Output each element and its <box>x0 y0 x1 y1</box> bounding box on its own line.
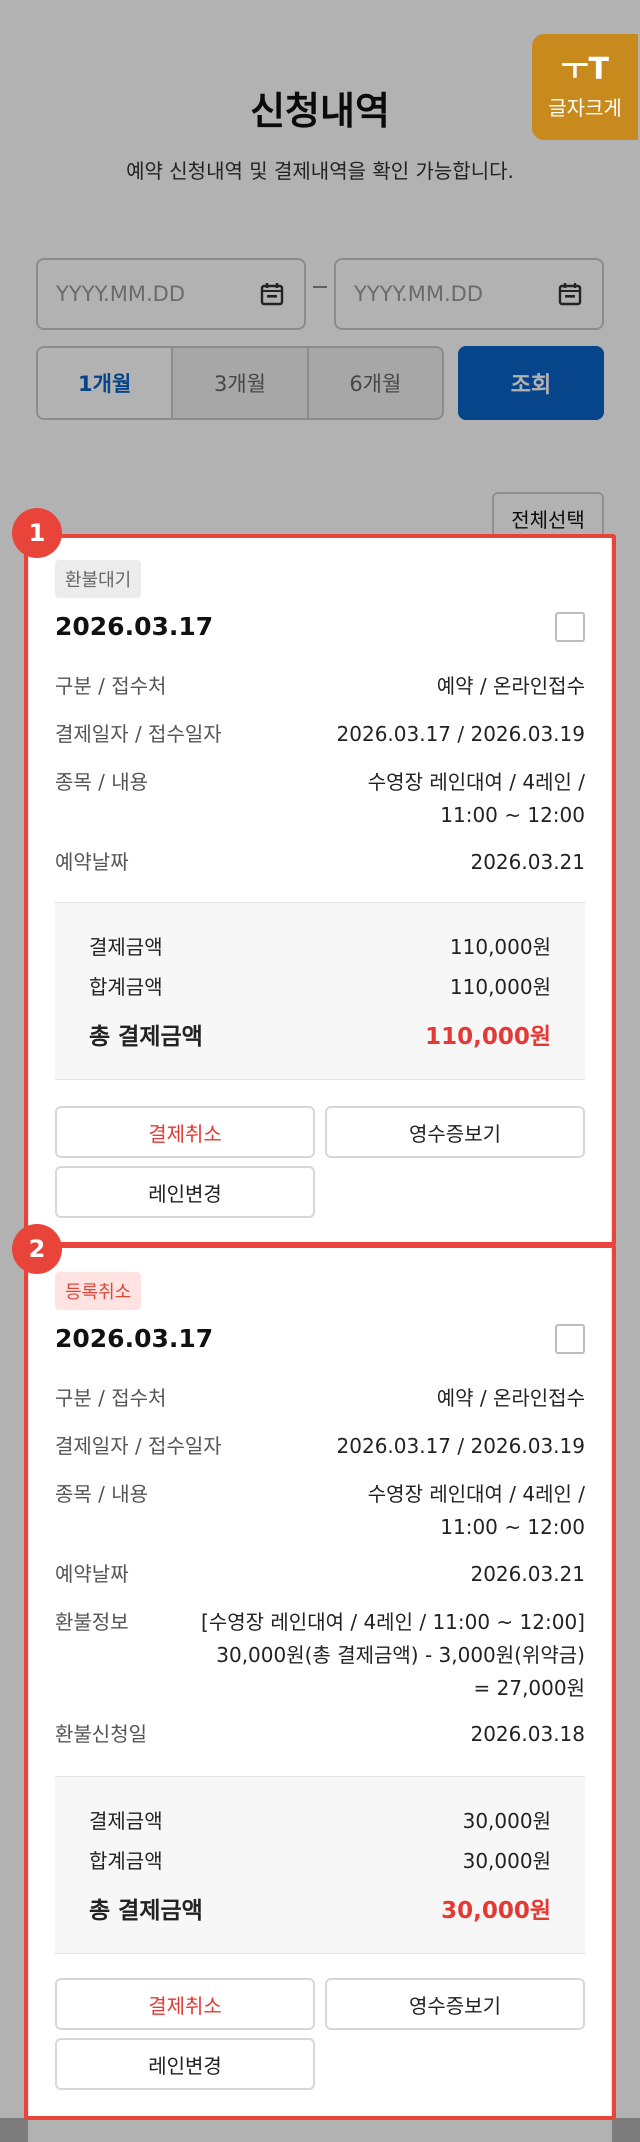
info-value: [수영장 레인대여 / 4레인 / 11:00 ~ 12:00] 30,000원… <box>201 1606 585 1705</box>
info-value-line: 수영장 레인대여 / 4레인 / <box>367 770 585 794</box>
start-date-placeholder: YYYY.MM.DD <box>56 282 185 306</box>
info-value: 2026.03.18 <box>470 1722 585 1746</box>
info-value: 2026.03.21 <box>470 850 585 874</box>
font-size-label: 글자크게 <box>548 95 622 120</box>
summary-total-label: 총 결제금액 <box>89 1024 203 1050</box>
payment-summary: 결제금액 30,000원 합계금액 30,000원 총 결제금액 30,000원 <box>55 1776 585 1954</box>
page-subtitle: 예약 신청내역 및 결제내역을 확인 가능합니다. <box>126 159 514 183</box>
step-marker: 1 <box>12 508 62 558</box>
summary-row: 결제금액 110,000원 <box>89 931 551 960</box>
payment-summary: 결제금액 110,000원 합계금액 110,000원 총 결제금액 110,0… <box>55 902 585 1080</box>
summary-total-value: 110,000원 <box>425 1024 551 1050</box>
summary-row: 결제금액 30,000원 <box>89 1805 551 1834</box>
record-date: 2026.03.17 <box>55 1324 214 1353</box>
info-value: 2026.03.21 <box>470 1562 585 1586</box>
lane-change-button[interactable]: 레인변경 <box>55 1166 315 1218</box>
page: 신청내역 예약 신청내역 및 결제내역을 확인 가능합니다. YYYY.MM.D… <box>0 0 640 2142</box>
summary-total-row: 총 결제금액 110,000원 <box>89 1017 551 1051</box>
record-checkbox[interactable] <box>555 1324 585 1354</box>
info-value-line: 11:00 ~ 12:00 <box>440 803 585 827</box>
info-label: 결제일자 / 접수일자 <box>55 722 222 746</box>
info-value-line: 수영장 레인대여 / 4레인 / <box>367 1482 585 1506</box>
date-separator <box>313 286 327 288</box>
info-label: 예약날짜 <box>55 1562 129 1586</box>
record-checkbox[interactable] <box>555 612 585 642</box>
summary-row: 합계금액 30,000원 <box>89 1845 551 1874</box>
info-label: 종목 / 내용 <box>55 1482 149 1506</box>
period-1-month[interactable]: 1개월 <box>38 348 174 418</box>
summary-value: 30,000원 <box>462 1849 551 1873</box>
font-size-icon: ㅜT <box>560 51 610 87</box>
summary-label: 합계금액 <box>89 975 163 999</box>
dim-overlay-bottom <box>0 2118 640 2142</box>
summary-label: 결제금액 <box>89 1809 163 1833</box>
calendar-icon[interactable] <box>556 280 584 308</box>
summary-total-value: 30,000원 <box>441 1898 551 1924</box>
status-badge: 환불대기 <box>55 560 142 598</box>
record-card: 환불대기 2026.03.17 구분 / 접수처 예약 / 온라인접수 결제일자… <box>28 536 612 1244</box>
search-button[interactable]: 조회 <box>458 346 604 420</box>
dim-overlay-left <box>0 536 28 2142</box>
period-6-months[interactable]: 6개월 <box>308 348 442 418</box>
end-date-input[interactable]: YYYY.MM.DD <box>334 258 604 330</box>
period-tabs: 1개월 3개월 6개월 <box>36 346 444 420</box>
view-receipt-button[interactable]: 영수증보기 <box>325 1106 585 1158</box>
period-3-months[interactable]: 3개월 <box>173 348 309 418</box>
info-label: 구분 / 접수처 <box>55 1386 167 1410</box>
info-value-line: 11:00 ~ 12:00 <box>440 1515 585 1539</box>
dim-overlay-right <box>612 536 640 2142</box>
info-label: 종목 / 내용 <box>55 770 149 794</box>
lane-change-button[interactable]: 레인변경 <box>55 2038 315 2090</box>
status-badge: 등록취소 <box>55 1272 142 1310</box>
calendar-icon[interactable] <box>258 280 286 308</box>
info-value: 수영장 레인대여 / 4레인 / 11:00 ~ 12:00 <box>368 766 585 832</box>
summary-value: 30,000원 <box>462 1809 551 1833</box>
summary-total-label: 총 결제금액 <box>89 1898 203 1924</box>
info-label: 환불신청일 <box>55 1722 147 1746</box>
payment-cancel-button[interactable]: 결제취소 <box>55 1106 315 1158</box>
start-date-input[interactable]: YYYY.MM.DD <box>36 258 306 330</box>
summary-total-row: 총 결제금액 30,000원 <box>89 1891 551 1925</box>
font-size-toggle-button[interactable]: ㅜT 글자크게 <box>532 34 638 140</box>
summary-value: 110,000원 <box>449 935 551 959</box>
info-value: 예약 / 온라인접수 <box>436 674 585 698</box>
info-value: 예약 / 온라인접수 <box>436 1386 585 1410</box>
record-date: 2026.03.17 <box>55 612 214 641</box>
info-label: 구분 / 접수처 <box>55 674 167 698</box>
payment-cancel-button[interactable]: 결제취소 <box>55 1978 315 2030</box>
info-value-line: [수영장 레인대여 / 4레인 / 11:00 ~ 12:00] <box>201 1610 585 1634</box>
info-label: 예약날짜 <box>55 850 129 874</box>
summary-label: 결제금액 <box>89 935 163 959</box>
end-date-placeholder: YYYY.MM.DD <box>354 282 483 306</box>
info-label: 결제일자 / 접수일자 <box>55 1434 222 1458</box>
info-value: 수영장 레인대여 / 4레인 / 11:00 ~ 12:00 <box>368 1478 585 1544</box>
info-value-line: = 27,000원 <box>473 1676 586 1700</box>
summary-label: 합계금액 <box>89 1849 163 1873</box>
info-label: 환불정보 <box>55 1610 129 1634</box>
info-value-line: 30,000원(총 결제금액) - 3,000원(위약금) <box>216 1643 585 1667</box>
info-value: 2026.03.17 / 2026.03.19 <box>336 722 585 746</box>
record-card: 등록취소 2026.03.17 구분 / 접수처 예약 / 온라인접수 결제일자… <box>28 1248 612 2118</box>
view-receipt-button[interactable]: 영수증보기 <box>325 1978 585 2030</box>
info-value: 2026.03.17 / 2026.03.19 <box>336 1434 585 1458</box>
summary-value: 110,000원 <box>449 975 551 999</box>
step-marker: 2 <box>12 1224 62 1274</box>
summary-row: 합계금액 110,000원 <box>89 971 551 1000</box>
